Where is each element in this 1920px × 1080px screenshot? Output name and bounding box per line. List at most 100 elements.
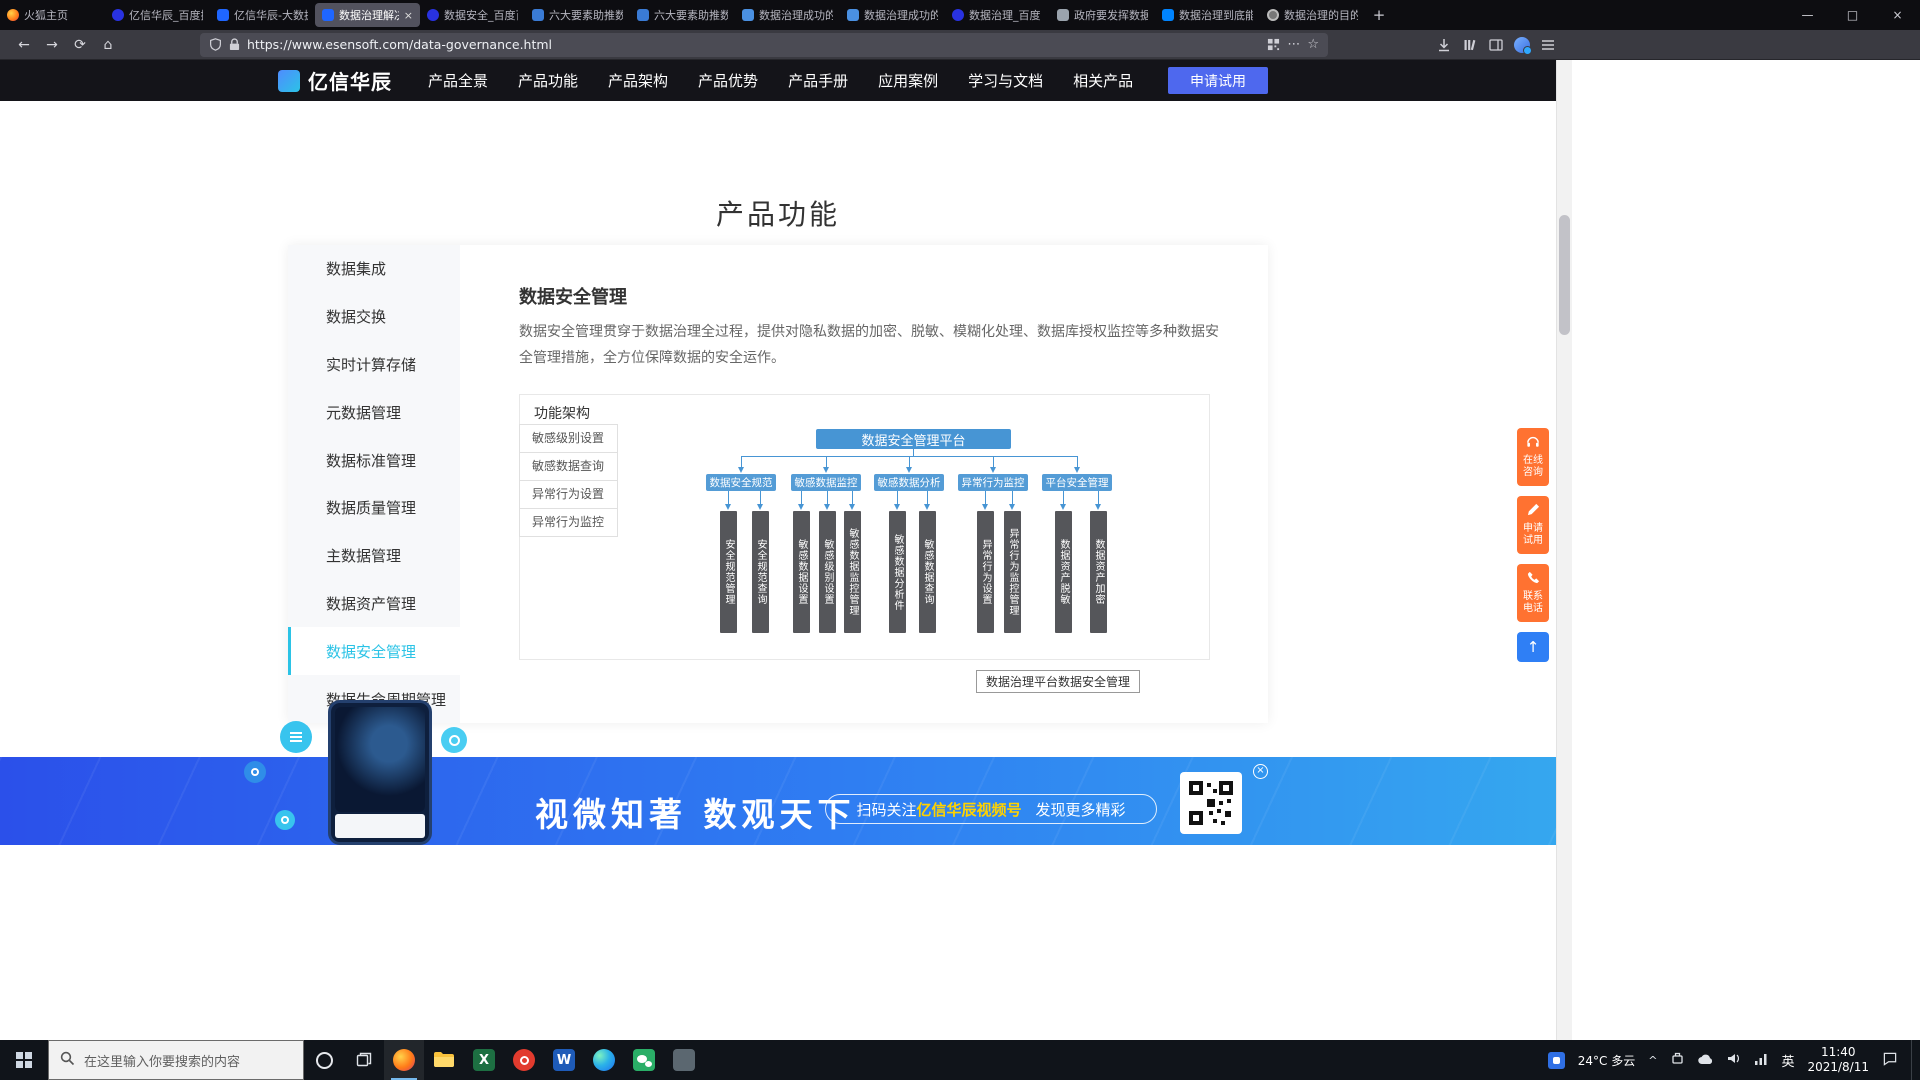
taskbar-clock[interactable]: 11:40 2021/8/11 [1807, 1045, 1869, 1075]
show-desktop-button[interactable] [1911, 1040, 1916, 1080]
taskbar-excel-icon[interactable]: X [464, 1040, 504, 1080]
tray-app-icon[interactable] [1548, 1052, 1565, 1069]
diagram-module-bar: 敏感数据监控管理 [844, 511, 861, 633]
taskbar-red-app-icon[interactable] [504, 1040, 544, 1080]
browser-tab-home[interactable]: 火狐主页 [0, 3, 105, 27]
sidebar-item-data-exchange[interactable]: 数据交换 [288, 293, 460, 341]
nav-product-manual[interactable]: 产品手册 [788, 70, 848, 91]
taskbar-explorer-icon[interactable] [424, 1040, 464, 1080]
lock-icon[interactable] [229, 38, 240, 51]
input-method-indicator[interactable]: 英 [1781, 1051, 1794, 1070]
taskbar-search-input[interactable]: 在这里输入你要搜索的内容 [48, 1040, 304, 1080]
account-icon[interactable] [1510, 32, 1534, 58]
diagram-tab-abnormal-monitor[interactable]: 异常行为监控 [519, 508, 618, 537]
banner-close-icon[interactable]: × [1253, 764, 1268, 779]
maximize-button[interactable]: □ [1830, 0, 1875, 30]
bookmark-star-icon[interactable]: ☆ [1307, 37, 1319, 52]
sidebar-item-data-quality[interactable]: 数据质量管理 [288, 484, 460, 532]
nav-related-products[interactable]: 相关产品 [1073, 70, 1133, 91]
usb-tray-icon[interactable] [1670, 1051, 1685, 1069]
clock-date: 2021/8/11 [1807, 1060, 1869, 1074]
diagram-root-node: 数据安全管理平台 [816, 429, 1011, 449]
browser-tab[interactable]: 数据治理成功的 [840, 3, 945, 27]
task-view-button[interactable] [344, 1040, 384, 1080]
start-button[interactable] [0, 1040, 48, 1080]
nav-product-advantages[interactable]: 产品优势 [698, 70, 758, 91]
list-decoration-icon [280, 721, 312, 753]
diagram-tab-sensitive-query[interactable]: 敏感数据查询 [519, 452, 618, 481]
browser-tab[interactable]: 亿信华辰-大数据 [210, 3, 315, 27]
nav-product-overview[interactable]: 产品全景 [428, 70, 488, 91]
diagram-tab-sensitive-level[interactable]: 敏感级别设置 [519, 424, 618, 453]
minimize-button[interactable]: — [1785, 0, 1830, 30]
page-actions-icon[interactable]: ⋯ [1287, 37, 1300, 52]
nav-use-cases[interactable]: 应用案例 [878, 70, 938, 91]
screenshot-extension-icon[interactable] [1267, 38, 1280, 51]
sidebar-item-data-standard[interactable]: 数据标准管理 [288, 436, 460, 484]
taskbar-edge-icon[interactable] [584, 1040, 624, 1080]
windows-taskbar: 在这里输入你要搜索的内容 X W 24°C 多云 ^ 英 11:40 2021/… [0, 1040, 1920, 1080]
pencil-icon [1527, 503, 1540, 520]
back-button[interactable]: ← [10, 32, 38, 58]
sidebar-toggle-icon[interactable] [1484, 32, 1508, 58]
weather-widget[interactable]: 24°C 多云 [1578, 1052, 1635, 1069]
browser-tab[interactable]: 数据治理的目的 [1260, 3, 1365, 27]
browser-tab[interactable]: 六大要素助推数 [630, 3, 735, 27]
nav-learning-docs[interactable]: 学习与文档 [968, 70, 1043, 91]
tab-close-icon[interactable]: × [404, 9, 413, 22]
close-button[interactable]: × [1875, 0, 1920, 30]
sidebar-item-metadata[interactable]: 元数据管理 [288, 388, 460, 436]
apply-trial-widget-button[interactable]: 申请试用 [1517, 496, 1549, 554]
library-icon[interactable] [1458, 32, 1482, 58]
connector [993, 457, 994, 467]
arrow [1074, 467, 1080, 473]
browser-tab[interactable]: 亿信华辰_百度搜 [105, 3, 210, 27]
nav-product-architecture[interactable]: 产品架构 [608, 70, 668, 91]
nav-product-features[interactable]: 产品功能 [518, 70, 578, 91]
browser-tab[interactable]: 数据治理到底能 [1155, 3, 1260, 27]
sidebar-item-data-integration[interactable]: 数据集成 [288, 245, 460, 293]
sidebar-item-master-data[interactable]: 主数据管理 [288, 532, 460, 580]
home-button[interactable]: ⌂ [94, 32, 122, 58]
browser-tab[interactable]: 数据治理成功的 [735, 3, 840, 27]
reload-button[interactable]: ⟳ [66, 32, 94, 58]
browser-tab[interactable]: 数据治理_百度 [945, 3, 1050, 27]
back-to-top-button[interactable]: ↑ [1517, 632, 1549, 662]
tab-title: 政府要发挥数据治理 [1074, 7, 1148, 23]
taskbar-wechat-icon[interactable] [624, 1040, 664, 1080]
browser-tab[interactable]: 政府要发挥数据治理 [1050, 3, 1155, 27]
site-logo[interactable]: 亿信华辰 [278, 60, 392, 101]
online-consult-button[interactable]: 在线咨询 [1517, 428, 1549, 486]
url-bar[interactable]: https://www.esensoft.com/data-governance… [200, 33, 1328, 57]
url-text[interactable]: https://www.esensoft.com/data-governance… [247, 37, 1260, 52]
sidebar-item-realtime-compute[interactable]: 实时计算存储 [288, 341, 460, 389]
network-tray-icon[interactable] [1754, 1053, 1768, 1068]
cortana-button[interactable] [304, 1040, 344, 1080]
diagram-tab-abnormal-setting[interactable]: 异常行为设置 [519, 480, 618, 509]
taskbar-app-icon[interactable] [664, 1040, 704, 1080]
cloud-tray-icon[interactable] [1698, 1053, 1714, 1068]
tray-chevron-icon[interactable]: ^ [1648, 1054, 1657, 1067]
user-decoration-icon [244, 761, 266, 783]
sidebar-item-data-security[interactable]: 数据安全管理 [288, 627, 460, 675]
browser-tab[interactable]: 数据安全_百度百 [420, 3, 525, 27]
architecture-diagram: 功能架构 敏感级别设置 敏感数据查询 异常行为设置 异常行为监控 数据安全管理平… [519, 394, 1210, 660]
menu-icon[interactable] [1536, 32, 1560, 58]
scrollbar-thumb[interactable] [1559, 215, 1570, 335]
doc-favicon [847, 9, 859, 21]
contact-phone-button[interactable]: 联系电话 [1517, 564, 1549, 622]
connector [897, 491, 898, 504]
page-scrollbar[interactable] [1556, 60, 1572, 1040]
volume-tray-icon[interactable] [1727, 1052, 1741, 1068]
shield-icon[interactable] [209, 38, 222, 51]
browser-tab-active[interactable]: 数据治理解决方× [315, 3, 420, 27]
taskbar-firefox-icon[interactable] [384, 1040, 424, 1080]
taskbar-word-icon[interactable]: W [544, 1040, 584, 1080]
new-tab-button[interactable]: + [1365, 3, 1393, 27]
action-center-icon[interactable] [1882, 1051, 1898, 1069]
sidebar-item-data-asset[interactable]: 数据资产管理 [288, 580, 460, 628]
download-icon[interactable] [1432, 32, 1456, 58]
apply-trial-button[interactable]: 申请试用 [1168, 67, 1268, 94]
browser-tab[interactable]: 六大要素助推数 [525, 3, 630, 27]
forward-button[interactable]: → [38, 32, 66, 58]
